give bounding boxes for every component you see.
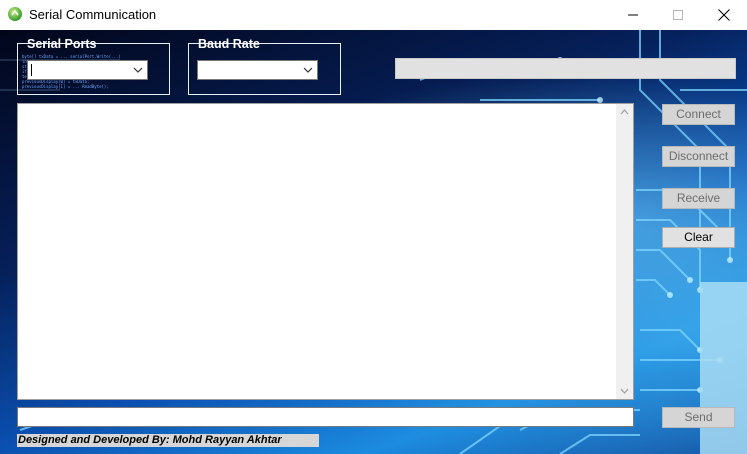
minimize-icon bbox=[628, 14, 638, 16]
maximize-button[interactable] bbox=[655, 0, 701, 30]
serial-ports-dropdown[interactable] bbox=[27, 60, 148, 80]
received-data-textarea[interactable] bbox=[17, 103, 634, 400]
close-button[interactable] bbox=[701, 0, 747, 30]
baud-rate-group: Baud Rate bbox=[188, 37, 341, 95]
send-input[interactable] bbox=[17, 407, 634, 427]
baud-rate-label: Baud Rate bbox=[198, 37, 260, 51]
title-bar: Serial Communication bbox=[0, 0, 747, 30]
credit-label: Designed and Developed By: Mohd Rayyan A… bbox=[17, 434, 319, 447]
chevron-down-icon bbox=[133, 67, 143, 73]
scroll-down-icon[interactable] bbox=[620, 388, 629, 394]
window-title: Serial Communication bbox=[29, 7, 157, 22]
baud-rate-dropdown[interactable] bbox=[197, 60, 318, 80]
minimize-button[interactable] bbox=[610, 0, 656, 30]
serial-ports-label: Serial Ports bbox=[27, 37, 97, 51]
status-field bbox=[395, 58, 736, 79]
send-button[interactable]: Send bbox=[662, 407, 735, 428]
connect-button[interactable]: Connect bbox=[662, 104, 735, 125]
chevron-down-icon bbox=[303, 67, 313, 73]
code-line: previousDisplay[1] = ... ReadByte(); bbox=[22, 84, 109, 89]
app-icon bbox=[8, 7, 22, 21]
close-icon bbox=[718, 9, 730, 21]
serial-ports-group: Serial Ports byte[] txData = ... serialP… bbox=[17, 37, 170, 95]
disconnect-button[interactable]: Disconnect bbox=[662, 146, 735, 167]
clear-button[interactable]: Clear bbox=[662, 227, 735, 248]
send-code-overlay bbox=[18, 401, 20, 406]
scroll-up-icon[interactable] bbox=[620, 109, 629, 115]
receive-button[interactable]: Receive bbox=[662, 188, 735, 209]
maximize-icon bbox=[673, 10, 683, 20]
client-area: Serial Ports byte[] txData = ... serialP… bbox=[0, 30, 747, 454]
text-caret bbox=[31, 64, 32, 76]
vertical-scrollbar[interactable] bbox=[616, 104, 633, 399]
